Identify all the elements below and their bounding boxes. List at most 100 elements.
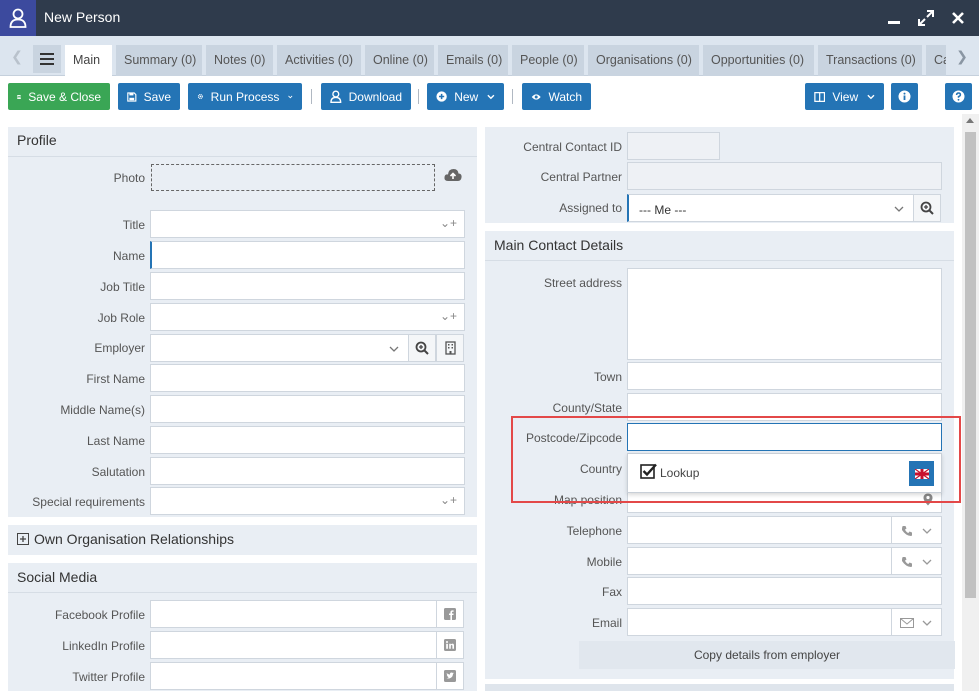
middle-names-input[interactable]: [150, 395, 465, 423]
profile-heading: Profile: [17, 132, 57, 148]
chevron-down-icon: [922, 620, 932, 626]
assigned-to-search-button[interactable]: [913, 194, 941, 222]
info-button[interactable]: [891, 83, 918, 110]
street-address-textarea[interactable]: [627, 268, 942, 360]
middle-names-label: Middle Name(s): [60, 403, 145, 417]
town-label: Town: [593, 370, 622, 384]
mobile-label: Mobile: [586, 555, 622, 569]
town-input[interactable]: [627, 362, 942, 390]
photo-dropzone[interactable]: [151, 164, 435, 191]
last-name-input[interactable]: [150, 426, 465, 454]
close-icon[interactable]: [946, 6, 970, 30]
columns-icon: [814, 91, 826, 102]
linkedin-icon: [436, 631, 464, 659]
name-label: Name: [112, 249, 145, 263]
view-button[interactable]: View: [805, 83, 884, 110]
job-role-label: Job Role: [97, 311, 145, 325]
linkedin-input[interactable]: [150, 631, 437, 659]
fax-input[interactable]: [627, 577, 942, 605]
telephone-type-select[interactable]: [891, 516, 942, 544]
first-name-input[interactable]: [150, 364, 465, 392]
salutation-input[interactable]: [150, 457, 465, 485]
phone-icon: [902, 526, 912, 536]
tab-notes[interactable]: Notes (0): [206, 45, 273, 76]
hamburger-menu-icon[interactable]: [33, 45, 61, 73]
window-title: New Person: [44, 9, 121, 25]
maximize-icon[interactable]: [914, 6, 938, 30]
tab-cut-off[interactable]: Ca: [926, 45, 946, 76]
select-plus-icon: ⌄+: [439, 493, 457, 507]
download-button[interactable]: Download: [321, 83, 411, 110]
job-title-input[interactable]: [150, 272, 465, 300]
help-button[interactable]: [945, 83, 972, 110]
chevron-down-icon: [288, 95, 293, 98]
zoom-search-icon: [920, 201, 934, 215]
employer-label: Employer: [94, 341, 145, 355]
tab-scroll-right-icon[interactable]: ❯: [955, 48, 969, 64]
save-icon: [127, 91, 137, 102]
chevron-down-icon: [922, 559, 932, 565]
run-process-button[interactable]: Run Process: [188, 83, 302, 110]
new-button[interactable]: New: [427, 83, 504, 110]
watch-button[interactable]: Watch: [522, 83, 591, 110]
expand-icon[interactable]: [17, 533, 29, 545]
employer-select[interactable]: [150, 334, 409, 362]
toolbar-divider: [418, 89, 419, 104]
own-org-heading: Own Organisation Relationships: [34, 531, 234, 547]
tab-scroll-left-icon[interactable]: ❮: [10, 48, 24, 64]
central-contact-id-label: Central Contact ID: [523, 140, 622, 154]
save-close-label: Save & Close: [28, 89, 101, 104]
download-label: Download: [348, 89, 402, 104]
central-partner-input: [627, 162, 942, 190]
save-label: Save: [143, 89, 171, 104]
envelope-icon: [900, 618, 914, 628]
chevron-down-icon: [922, 528, 932, 534]
assigned-to-label: Assigned to: [559, 201, 622, 215]
tab-main[interactable]: Main: [65, 45, 112, 77]
tab-opportunities[interactable]: Opportunities (0): [703, 45, 814, 76]
tab-people[interactable]: People (0): [512, 45, 584, 76]
tab-summary[interactable]: Summary (0): [116, 45, 202, 76]
scroll-thumb[interactable]: [965, 132, 976, 598]
email-type-select[interactable]: [891, 608, 942, 636]
telephone-input[interactable]: [627, 516, 892, 544]
tab-transactions[interactable]: Transactions (0): [818, 45, 922, 76]
employer-search-button[interactable]: [408, 334, 436, 362]
save-button[interactable]: Save: [118, 83, 180, 110]
scroll-up-icon[interactable]: [966, 118, 974, 123]
title-bar: New Person: [0, 0, 979, 36]
tab-emails[interactable]: Emails (0): [438, 45, 508, 76]
mobile-input[interactable]: [627, 547, 892, 575]
copy-details-button[interactable]: Copy details from employer: [579, 641, 955, 669]
run-process-label: Run Process: [210, 89, 280, 104]
toolbar-divider: [311, 89, 312, 104]
linkedin-label: LinkedIn Profile: [62, 639, 145, 653]
cloud-upload-icon[interactable]: [444, 168, 462, 184]
first-name-label: First Name: [86, 372, 145, 386]
assigned-to-select[interactable]: --- Me ---: [627, 194, 914, 222]
twitter-label: Twitter Profile: [72, 670, 145, 684]
tab-activities[interactable]: Activities (0): [277, 45, 361, 76]
info-icon: [898, 90, 911, 103]
special-requirements-select[interactable]: ⌄+: [150, 487, 465, 515]
minimize-icon[interactable]: [882, 6, 906, 30]
email-label: Email: [591, 616, 622, 630]
email-input[interactable]: [627, 608, 892, 636]
title-select[interactable]: ⌄+: [150, 210, 465, 238]
facebook-label: Facebook Profile: [54, 608, 145, 622]
building-icon: [444, 341, 456, 355]
telephone-label: Telephone: [566, 524, 622, 538]
job-role-select[interactable]: ⌄+: [150, 303, 465, 331]
twitter-input[interactable]: [150, 662, 437, 690]
social-media-heading: Social Media: [17, 569, 98, 585]
mobile-type-select[interactable]: [891, 547, 942, 575]
name-input[interactable]: [150, 241, 465, 269]
tab-organisations[interactable]: Organisations (0): [588, 45, 699, 76]
tab-online[interactable]: Online (0): [365, 45, 434, 76]
save-close-button[interactable]: Save & Close: [8, 83, 110, 110]
employer-building-button[interactable]: [436, 334, 464, 362]
title-label: Title: [122, 218, 145, 232]
facebook-input[interactable]: [150, 600, 437, 628]
phone-icon: [902, 557, 912, 567]
user-icon: [0, 0, 36, 36]
